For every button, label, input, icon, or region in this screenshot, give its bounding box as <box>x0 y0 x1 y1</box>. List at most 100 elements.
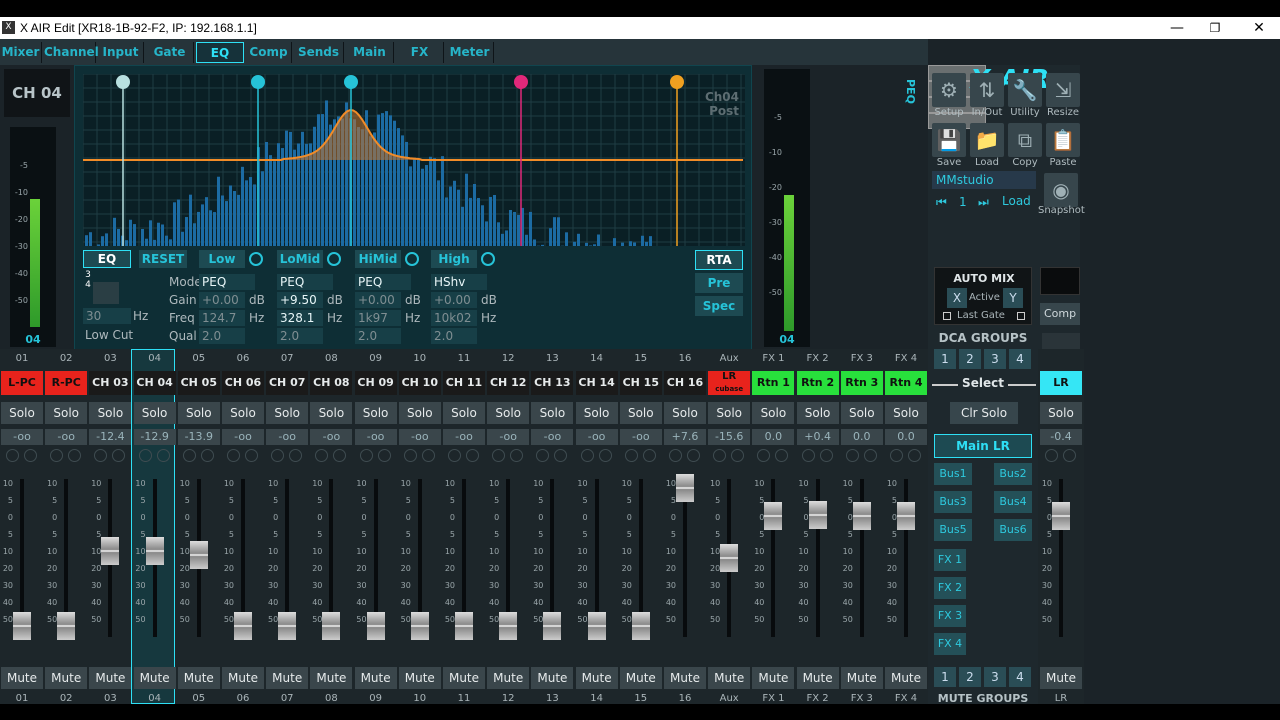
channel-15-solo-button[interactable]: Solo <box>619 402 662 424</box>
channel-fx1-mute-button[interactable]: Mute <box>752 667 795 689</box>
tab-mixer[interactable]: Mixer <box>0 42 42 63</box>
tab-eq[interactable]: EQ <box>196 42 244 63</box>
channel-11-gain-value[interactable]: -oo <box>443 429 485 445</box>
channel-12-fader[interactable] <box>499 612 518 640</box>
channel-fx1-solo-button[interactable]: Solo <box>752 402 795 424</box>
tab-comp[interactable]: Comp <box>246 42 292 63</box>
bus-6-button[interactable]: Bus6 <box>994 519 1032 541</box>
lr-pan[interactable] <box>1042 333 1080 349</box>
tab-gate[interactable]: Gate <box>146 42 194 63</box>
channel-04-knob-a[interactable] <box>138 449 152 462</box>
channel-07-solo-button[interactable]: Solo <box>266 402 309 424</box>
channel-05-knob-a[interactable] <box>182 449 196 462</box>
eq-on-button[interactable]: EQ <box>83 250 131 268</box>
band-low-button[interactable]: Low <box>199 250 245 268</box>
low-cut-value[interactable]: 30 <box>83 308 131 324</box>
band-marker[interactable]: 4 <box>83 280 93 290</box>
channel-08-fader[interactable] <box>322 612 341 640</box>
channel-11-name[interactable]: CH 11 <box>443 371 485 395</box>
channel-03-fader[interactable] <box>101 537 120 565</box>
channel-fx3-knob-a[interactable] <box>845 449 859 462</box>
channel-07-mute-button[interactable]: Mute <box>266 667 309 689</box>
preset-name-field[interactable]: MMstudio <box>932 171 1036 189</box>
eq-graph[interactable]: Ch04Post 1234 <box>82 73 745 290</box>
channel-fx4-knob-a[interactable] <box>890 449 903 462</box>
channel-07-gain-value[interactable]: -oo <box>266 429 309 445</box>
band-gain[interactable]: +0.00 <box>199 292 245 308</box>
fx-3-button[interactable]: FX 3 <box>934 605 966 627</box>
channel-03-mute-button[interactable]: Mute <box>89 667 132 689</box>
band-q[interactable]: 2.0 <box>431 328 477 344</box>
bus-5-button[interactable]: Bus5 <box>934 519 972 541</box>
channel-06-knob-b[interactable] <box>245 449 258 462</box>
channel-06-mute-button[interactable]: Mute <box>222 667 264 689</box>
band-freq[interactable]: 124.7 <box>199 310 245 326</box>
channel-fx2-gain-value[interactable]: +0.4 <box>796 429 839 445</box>
band-mode-select[interactable]: HShv <box>431 274 487 290</box>
channel-16-gain-value[interactable]: +7.6 <box>664 429 706 445</box>
channel-07-fader[interactable] <box>278 612 297 640</box>
channel-15-knob-b[interactable] <box>642 449 656 462</box>
channel-fx2-solo-button[interactable]: Solo <box>796 402 839 424</box>
mute-group-2-button[interactable]: 2 <box>959 667 981 687</box>
next-snapshot-icon[interactable]: ⏭ <box>978 195 989 210</box>
band-mode-select[interactable]: PEQ <box>277 274 333 290</box>
minimize-icon[interactable]: — <box>1168 19 1186 37</box>
channel-09-gain-value[interactable]: -oo <box>354 429 397 445</box>
channel-03-name[interactable]: CH 03 <box>89 371 132 395</box>
camera-icon[interactable]: ◉ <box>1044 173 1078 207</box>
lr-name[interactable]: LR <box>1040 371 1082 395</box>
band-freq[interactable]: 1k97 <box>355 310 401 326</box>
tab-fx[interactable]: FX <box>396 42 444 63</box>
close-icon[interactable]: ✕ <box>1250 19 1268 37</box>
channel-14-knob-a[interactable] <box>580 449 594 462</box>
comp-button[interactable]: Comp <box>1040 303 1080 325</box>
channel-15-knob-a[interactable] <box>624 449 638 462</box>
channel-05-solo-button[interactable]: Solo <box>177 402 220 424</box>
last-gate-checkbox-2[interactable] <box>1017 312 1025 320</box>
tab-input[interactable]: Input <box>98 42 144 63</box>
tab-meter[interactable]: Meter <box>446 42 494 63</box>
power-icon[interactable] <box>405 252 419 266</box>
power-icon[interactable] <box>481 252 495 266</box>
copy-icon[interactable]: ⧉ <box>1008 123 1042 157</box>
channel-08-solo-button[interactable]: Solo <box>310 402 353 424</box>
channel-fx1-fader[interactable] <box>764 502 783 530</box>
channel-08-gain-value[interactable]: -oo <box>310 429 353 445</box>
spec-button[interactable]: Spec <box>695 296 743 316</box>
channel-13-name[interactable]: CH 13 <box>531 371 574 395</box>
band-mode-select[interactable]: PEQ <box>199 274 255 290</box>
channel-01-knob-b[interactable] <box>24 449 37 462</box>
channel-04-gain-value[interactable]: -12.9 <box>133 429 176 445</box>
channel-04-fader[interactable] <box>145 537 164 565</box>
power-icon[interactable] <box>327 252 341 266</box>
channel-09-fader[interactable] <box>366 612 385 640</box>
bus-2-button[interactable]: Bus2 <box>994 463 1032 485</box>
lr-solo-button[interactable]: Solo <box>1040 402 1082 424</box>
dca-3-button[interactable]: 3 <box>984 349 1006 369</box>
fx-4-button[interactable]: FX 4 <box>934 633 966 655</box>
channel-fx1-gain-value[interactable]: 0.0 <box>752 429 795 445</box>
band-marker[interactable]: 3 <box>83 270 93 280</box>
channel-02-fader[interactable] <box>57 612 76 640</box>
channel-15-mute-button[interactable]: Mute <box>619 667 662 689</box>
channel-16-knob-b[interactable] <box>687 449 700 462</box>
main-lr-button[interactable]: Main LR <box>934 434 1032 458</box>
band-lomid-button[interactable]: LoMid <box>277 250 323 268</box>
channel-13-solo-button[interactable]: Solo <box>531 402 574 424</box>
channel-16-mute-button[interactable]: Mute <box>664 667 706 689</box>
rta-button[interactable]: RTA <box>695 250 743 270</box>
channel-04-name[interactable]: CH 04 <box>133 371 176 395</box>
channel-10-mute-button[interactable]: Mute <box>398 667 441 689</box>
channel-02-gain-value[interactable]: -oo <box>45 429 88 445</box>
channel-fx2-knob-b[interactable] <box>819 449 833 462</box>
fx-2-button[interactable]: FX 2 <box>934 577 966 599</box>
channel-fx4-fader[interactable] <box>897 502 915 530</box>
mute-group-1-button[interactable]: 1 <box>934 667 956 687</box>
channel-07-name[interactable]: CH 07 <box>266 371 309 395</box>
channel-fx2-name[interactable]: Rtn 2 <box>796 371 839 395</box>
channel-13-fader[interactable] <box>543 612 562 640</box>
channel-aux-gain-value[interactable]: -15.6 <box>708 429 751 445</box>
fx-1-button[interactable]: FX 1 <box>934 549 966 571</box>
channel-03-solo-button[interactable]: Solo <box>89 402 132 424</box>
